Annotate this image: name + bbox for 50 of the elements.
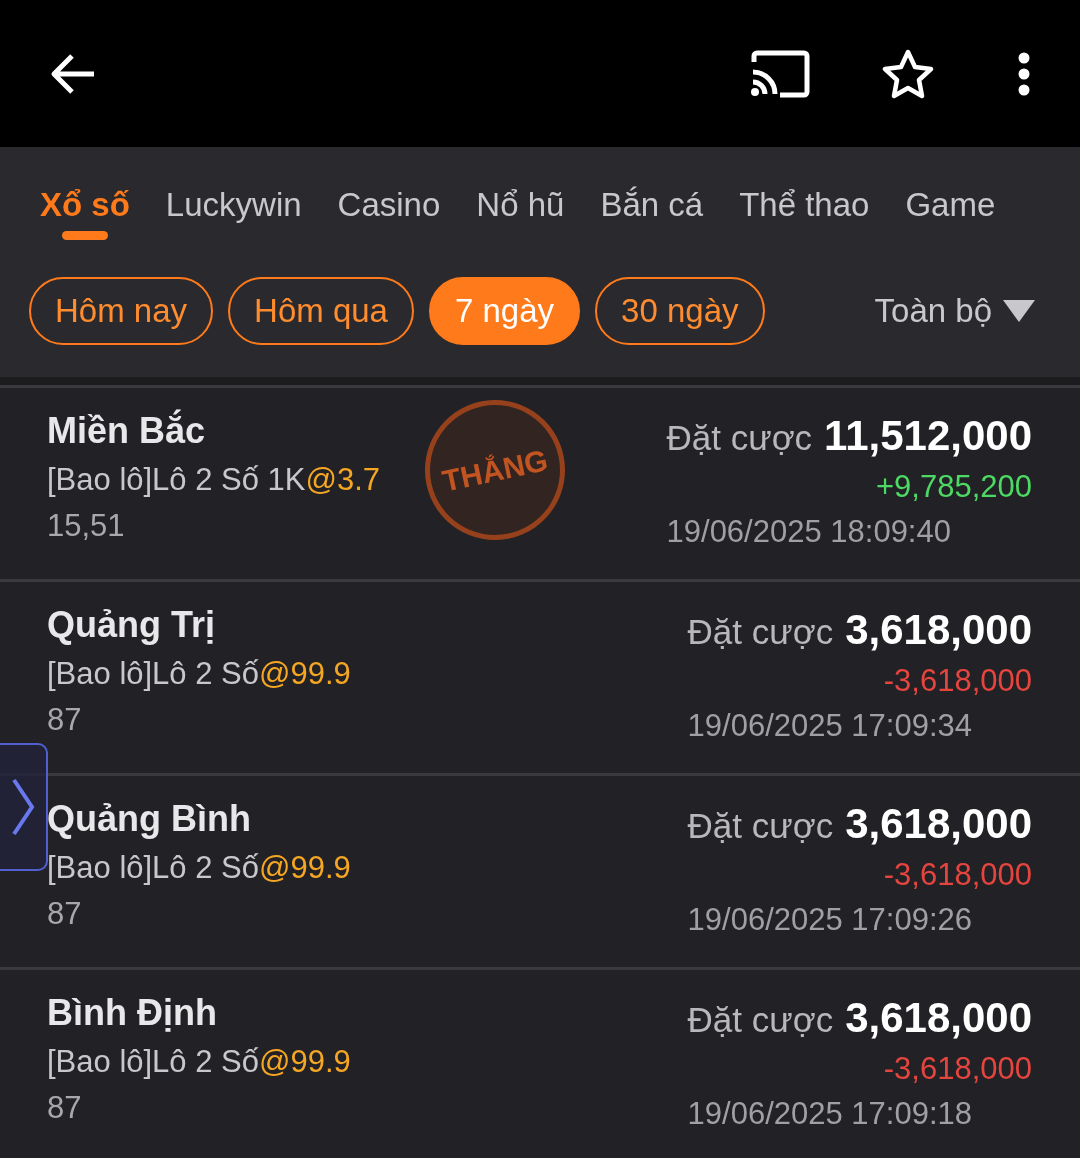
bet-card[interactable]: Miền Bắc [Bao lô]Lô 2 Số 1K@3.7 15,51 Đặt cược 11,512,000 +9,785,200 19/06/2025 18:09:40 THẮNG (0, 385, 1080, 579)
stake-amount: 3,618,000 (845, 605, 1032, 655)
bet-numbers: 87 (47, 1089, 83, 1127)
payout-amount: +9,785,200 (876, 468, 1032, 506)
stake-label: Đặt cược (666, 417, 813, 459)
bet-type: [Bao lô]Lô 2 Số@99.9 (47, 655, 351, 693)
bet-card[interactable]: Quảng Bình [Bao lô]Lô 2 Số@99.9 87 Đặt cược 3,618,000 -3,618,000 19/06/2025 17:09:26 (0, 773, 1080, 967)
bet-title: Miền Bắc (47, 408, 207, 453)
stake-amount: 3,618,000 (845, 993, 1032, 1043)
category-tab[interactable]: Game (905, 147, 996, 245)
bet-numbers: 15,51 (47, 507, 126, 545)
category-tab[interactable]: Luckywin (165, 147, 302, 245)
bet-title: Bình Định (47, 991, 218, 1035)
bet-type: [Bao lô]Lô 2 Số@99.9 (47, 849, 351, 887)
bet-title: Quảng Bình (47, 797, 252, 841)
payout-amount: -3,618,000 (883, 856, 1032, 894)
bet-card[interactable]: Bình Định [Bao lô]Lô 2 Số@99.9 87 Đặt cược 3,618,000 -3,618,000 19/06/2025 17:09:18 (0, 967, 1080, 1158)
period-chip[interactable]: 30 ngày (595, 277, 765, 345)
cast-icon[interactable] (750, 49, 810, 98)
bet-time: 19/06/2025 17:09:34 (687, 707, 972, 745)
bet-type: [Bao lô]Lô 2 Số@99.9 (47, 1043, 351, 1081)
payout-amount: -3,618,000 (883, 662, 1032, 700)
star-icon[interactable] (882, 48, 934, 99)
caret-icon (1002, 299, 1036, 323)
bet-time: 19/06/2025 17:09:26 (687, 901, 972, 939)
filter-dropdown[interactable]: Toàn bộ (874, 286, 1036, 336)
period-chip[interactable]: Hôm nay (29, 277, 214, 345)
stake-label: Đặt cược (687, 611, 834, 653)
category-tab[interactable]: Xổ số (40, 147, 130, 245)
payout-amount: -3,618,000 (883, 1050, 1032, 1088)
period-chip[interactable]: Hôm qua (228, 277, 414, 345)
category-tab[interactable]: Casino (337, 147, 441, 245)
side-handle[interactable] (0, 743, 48, 871)
bet-type: [Bao lô]Lô 2 Số 1K@3.7 (47, 461, 381, 499)
category-tab[interactable]: Thể thao (739, 147, 870, 245)
chevron-right-icon (11, 777, 35, 837)
stake-amount: 11,512,000 (824, 411, 1032, 461)
back-icon[interactable] (50, 53, 96, 94)
more-icon[interactable] (1018, 51, 1030, 96)
bet-numbers: 87 (47, 701, 83, 739)
stake-amount: 3,618,000 (845, 799, 1032, 849)
bet-card[interactable]: Quảng Trị [Bao lô]Lô 2 Số@99.9 87 Đặt cược 3,618,000 -3,618,000 19/06/2025 17:09:34 (0, 579, 1080, 773)
bet-time: 19/06/2025 17:09:18 (687, 1095, 972, 1133)
stake-label: Đặt cược (687, 999, 834, 1041)
bet-numbers: 87 (47, 895, 83, 933)
category-tab[interactable]: Bắn cá (600, 147, 704, 245)
category-tab[interactable]: Nổ hũ (476, 147, 565, 245)
bet-time: 19/06/2025 18:09:40 (666, 513, 951, 551)
stake-label: Đặt cược (687, 805, 834, 847)
bet-title: Quảng Trị (47, 603, 216, 647)
